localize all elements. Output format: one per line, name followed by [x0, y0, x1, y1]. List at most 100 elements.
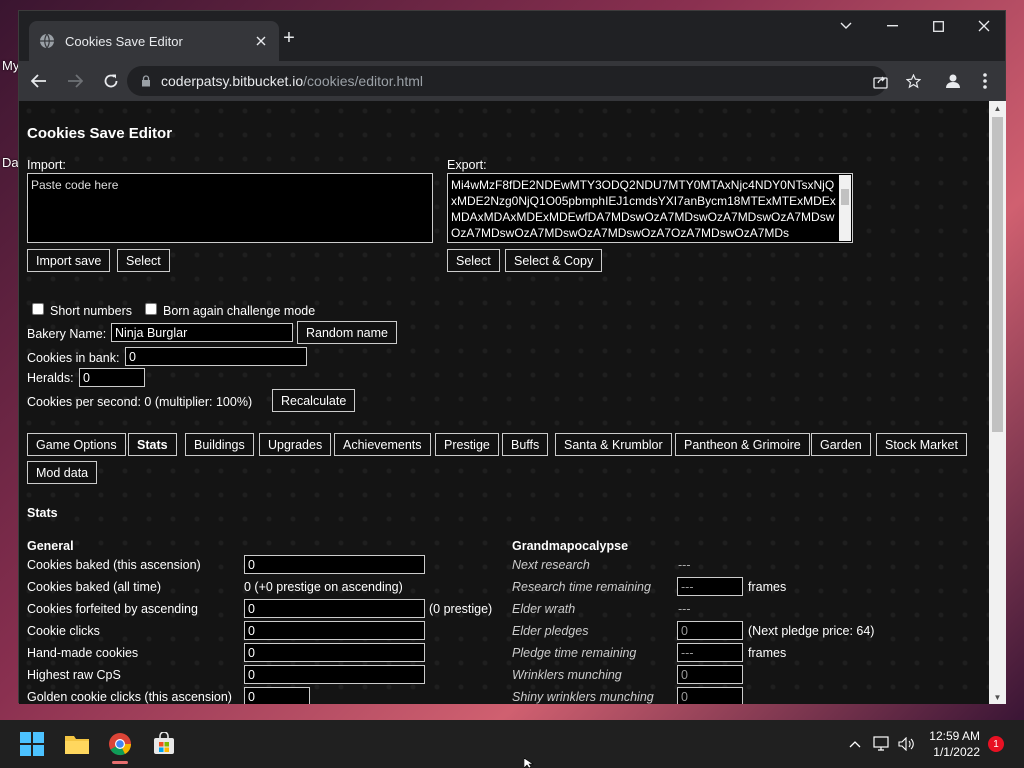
stat-label: Cookies forfeited by ascending: [27, 602, 198, 616]
bakery-name-input[interactable]: Ninja Burglar: [111, 323, 293, 342]
gp-input[interactable]: 0: [677, 621, 743, 640]
store-icon[interactable]: [148, 728, 180, 760]
file-explorer-icon[interactable]: [61, 728, 93, 760]
gp-value: ---: [678, 602, 691, 616]
section-title: Stats: [27, 506, 58, 520]
short-numbers-checkbox[interactable]: [32, 303, 44, 315]
globe-icon: [40, 33, 54, 49]
tab-buildings[interactable]: Buildings: [185, 433, 254, 456]
select-copy-button[interactable]: Select & Copy: [505, 249, 603, 272]
stat-label: Cookie clicks: [27, 624, 100, 638]
forward-button[interactable]: [59, 65, 91, 97]
cookies-in-bank-label: Cookies in bank:: [27, 351, 120, 365]
gp-value: ---: [678, 558, 691, 572]
bookmark-star-icon[interactable]: [897, 65, 929, 97]
random-name-button[interactable]: Random name: [297, 321, 397, 344]
title-bar: Cookies Save Editor +: [19, 11, 1005, 61]
desktop-icon-label[interactable]: Da: [2, 155, 19, 170]
export-scrollbar[interactable]: [839, 175, 851, 241]
export-select-button[interactable]: Select: [447, 249, 500, 272]
tab-buffs[interactable]: Buffs: [502, 433, 549, 456]
gp-suffix: frames: [748, 646, 787, 660]
tab-pantheon-grimoire[interactable]: Pantheon & Grimoire: [675, 433, 810, 456]
recalculate-button[interactable]: Recalculate: [272, 389, 356, 412]
tab-mod-data[interactable]: Mod data: [27, 461, 98, 484]
import-select-button[interactable]: Select: [117, 249, 170, 272]
tab-stock-market[interactable]: Stock Market: [876, 433, 967, 456]
import-textarea[interactable]: Paste code here: [27, 173, 433, 243]
profile-icon[interactable]: [937, 65, 969, 97]
gp-label: Shiny wrinklers munching: [512, 690, 654, 704]
url-path: /cookies/editor.html: [303, 73, 423, 89]
gp-input[interactable]: ---: [677, 577, 743, 596]
address-bar[interactable]: coderpatsy.bitbucket.io/cookies/editor.h…: [127, 66, 887, 96]
cps-text: Cookies per second: 0 (multiplier: 100%): [27, 395, 253, 409]
gp-suffix: (Next pledge price: 64): [748, 624, 875, 638]
gp-input[interactable]: 0: [677, 687, 743, 704]
tab-title: Cookies Save Editor: [65, 33, 183, 49]
share-icon[interactable]: [864, 65, 896, 97]
export-label: Export:: [447, 158, 487, 172]
stat-input[interactable]: 0: [244, 555, 425, 574]
gp-label: Elder wrath: [512, 602, 576, 616]
scroll-down-icon[interactable]: ▼: [989, 690, 1006, 704]
tab-garden[interactable]: Garden: [811, 433, 871, 456]
import-save-button[interactable]: Import save: [27, 249, 111, 272]
chrome-icon[interactable]: [104, 728, 136, 764]
minimize-button[interactable]: [869, 11, 915, 41]
volume-icon[interactable]: [890, 728, 922, 760]
tab-search-icon[interactable]: [823, 11, 869, 41]
page-content: Cookies Save Editor Import: Paste code h…: [19, 101, 989, 704]
gp-input[interactable]: ---: [677, 643, 743, 662]
menu-kebab-icon[interactable]: [969, 65, 1001, 97]
cookies-in-bank-input[interactable]: 0: [125, 347, 307, 366]
clock-date: 1/1/2022: [933, 745, 980, 759]
reload-button[interactable]: [95, 65, 127, 97]
export-code: Mi4wMzF8fDE2NDEwMTY3ODQ2NDU7MTY0MTAxNjc4…: [451, 178, 836, 240]
gp-label: Wrinklers munching: [512, 668, 622, 682]
notification-badge[interactable]: 1: [988, 736, 1004, 752]
tab-game-options[interactable]: Game Options: [27, 433, 126, 456]
stat-value: 0 (+0 prestige on ascending): [244, 580, 403, 594]
clock-time: 12:59 AM: [929, 729, 980, 743]
system-clock[interactable]: 12:59 AM 1/1/2022: [929, 728, 980, 760]
stat-input[interactable]: 0: [244, 687, 310, 704]
grandmapocalypse-heading: Grandmapocalypse: [512, 539, 629, 553]
gp-label: Research time remaining: [512, 580, 651, 594]
maximize-button[interactable]: [915, 11, 961, 41]
heralds-input[interactable]: 0: [79, 368, 145, 387]
new-tab-button[interactable]: +: [277, 26, 301, 50]
gp-suffix: frames: [748, 580, 787, 594]
short-numbers-label: Short numbers: [50, 304, 132, 318]
born-again-label: Born again challenge mode: [163, 304, 316, 318]
tab-achievements[interactable]: Achievements: [334, 433, 431, 456]
browser-window: Cookies Save Editor + coderpatsy.bitbuck…: [18, 10, 1006, 704]
stat-input[interactable]: 0: [244, 599, 425, 618]
page-scrollbar[interactable]: ▲ ▼: [989, 101, 1006, 704]
desktop-icon-label[interactable]: My: [2, 58, 19, 73]
scroll-thumb[interactable]: [992, 117, 1003, 432]
stat-label: Highest raw CpS: [27, 668, 121, 682]
gp-label: Pledge time remaining: [512, 646, 637, 660]
born-again-checkbox[interactable]: [145, 303, 157, 315]
tab-prestige[interactable]: Prestige: [435, 433, 499, 456]
lock-icon[interactable]: [141, 75, 151, 87]
tab-upgrades[interactable]: Upgrades: [259, 433, 332, 456]
tab-close-icon[interactable]: [253, 33, 269, 49]
tab-santa-krumblor[interactable]: Santa & Krumblor: [555, 433, 672, 456]
stat-input[interactable]: 0: [244, 643, 425, 662]
gp-label: Next research: [512, 558, 590, 572]
back-button[interactable]: [23, 65, 55, 97]
gp-input[interactable]: 0: [677, 665, 743, 684]
taskbar: 12:59 AM 1/1/2022 1: [0, 720, 1024, 768]
scroll-up-icon[interactable]: ▲: [989, 101, 1006, 115]
stat-input[interactable]: 0: [244, 621, 425, 640]
browser-tab[interactable]: Cookies Save Editor: [29, 21, 279, 61]
stat-input[interactable]: 0: [244, 665, 425, 684]
tab-stats[interactable]: Stats: [128, 433, 177, 456]
close-window-button[interactable]: [961, 11, 1007, 41]
general-heading: General: [27, 539, 74, 553]
url-host: coderpatsy.bitbucket.io: [161, 73, 304, 89]
start-windows-icon[interactable]: [16, 728, 48, 760]
export-textarea[interactable]: Mi4wMzF8fDE2NDEwMTY3ODQ2NDU7MTY0MTAxNjc4…: [447, 173, 853, 243]
